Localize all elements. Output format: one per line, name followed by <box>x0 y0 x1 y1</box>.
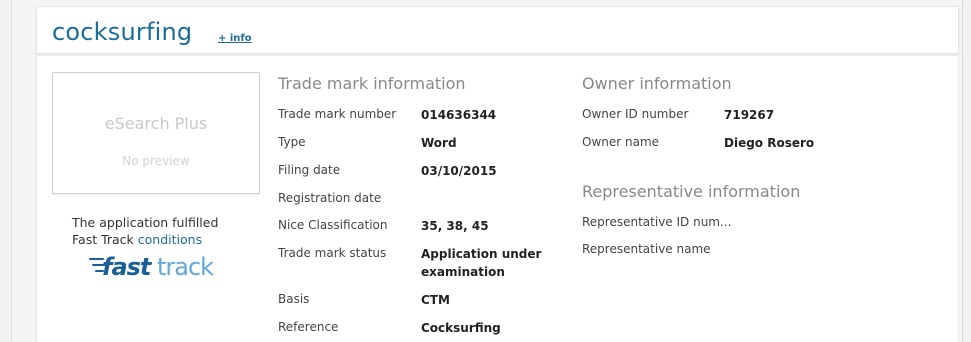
value-basis: CTM <box>421 293 450 307</box>
value-owner-id: 719267 <box>724 108 775 122</box>
label-registration-date: Registration date <box>278 191 382 205</box>
label-reference: Reference <box>278 320 339 334</box>
logo-word-fast: fast <box>102 253 153 281</box>
label-trademark-status: Trade mark status <box>278 246 387 260</box>
value-reference: Cocksurfing <box>421 321 501 335</box>
trademark-card: cocksurfing + info eSearch Plus No previ… <box>11 0 963 342</box>
owner-info-title: Owner information <box>582 74 732 93</box>
logo-word-track: track <box>157 253 214 281</box>
label-representative-name: Representative name <box>582 242 711 256</box>
label-representative-id: Representative ID num... <box>582 215 732 229</box>
fast-track-line2: Fast Track <box>72 232 138 247</box>
image-preview: eSearch Plus No preview <box>52 72 260 194</box>
fast-track-logo: fast track <box>89 253 215 281</box>
value-trademark-number: 014636344 <box>421 108 497 122</box>
value-trademark-status: Application under examination <box>421 245 541 281</box>
fast-track-line1: The application fulfilled <box>72 215 219 230</box>
label-nice-classification: Nice Classification <box>278 218 388 232</box>
trademark-info-title: Trade mark information <box>278 74 466 93</box>
card-content: eSearch Plus No preview The application … <box>36 56 959 342</box>
label-type: Type <box>278 135 306 149</box>
preview-subtitle: No preview <box>122 154 190 168</box>
label-basis: Basis <box>278 292 310 306</box>
value-owner-name: Diego Rosero <box>724 136 815 150</box>
more-info-link[interactable]: + info <box>218 33 252 44</box>
fast-track-conditions-link[interactable]: conditions <box>138 232 202 247</box>
card-header: cocksurfing + info <box>36 6 959 54</box>
label-owner-name: Owner name <box>582 135 660 149</box>
label-trademark-number: Trade mark number <box>278 107 397 121</box>
page-title: cocksurfing <box>52 18 193 46</box>
value-nice-classification: 35, 38, 45 <box>421 219 489 233</box>
value-trademark-status-line1: Application under <box>421 247 542 261</box>
fast-track-note: The application fulfilled Fast Track con… <box>72 214 252 248</box>
value-trademark-status-line2: examination <box>421 265 505 279</box>
label-filing-date: Filing date <box>278 163 341 177</box>
value-type: Word <box>421 136 457 150</box>
label-owner-id: Owner ID number <box>582 107 689 121</box>
representative-info-title: Representative information <box>582 182 801 201</box>
value-filing-date: 03/10/2015 <box>421 164 497 178</box>
preview-title: eSearch Plus <box>104 114 208 133</box>
